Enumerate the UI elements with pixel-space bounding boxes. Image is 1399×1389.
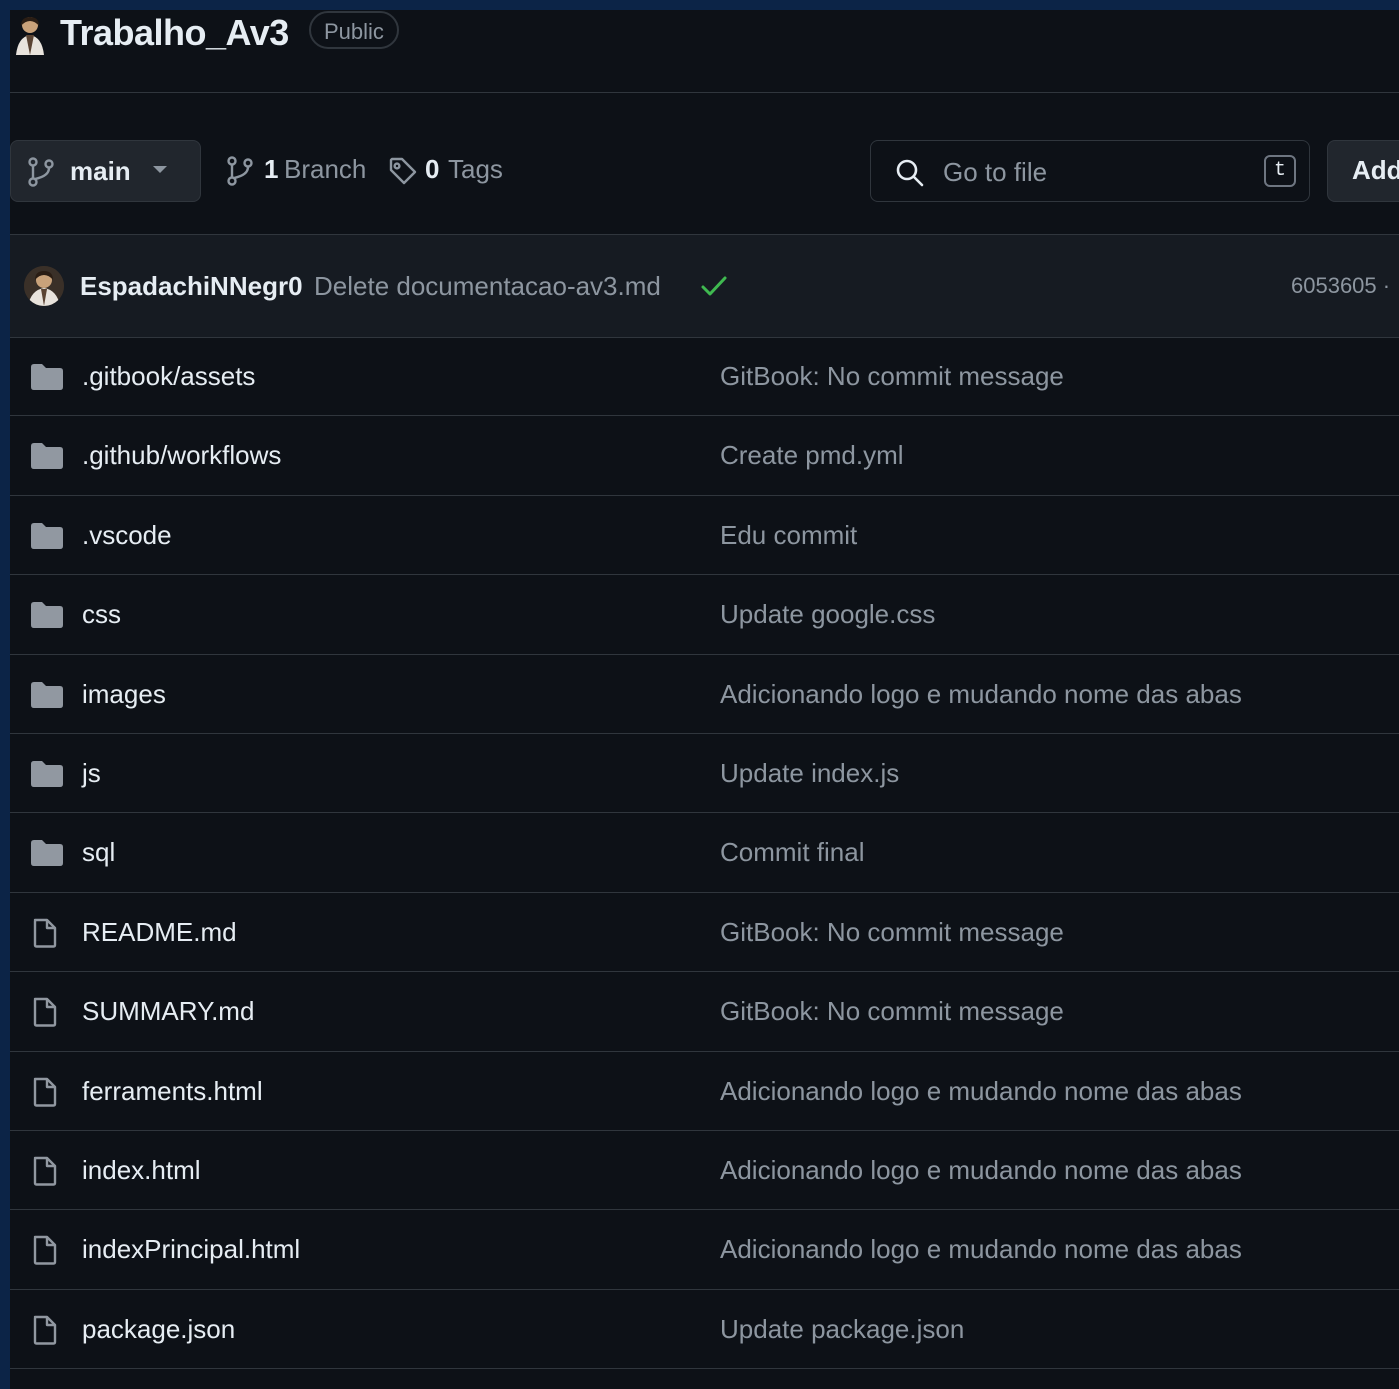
tag-icon xyxy=(388,156,418,193)
file-name-link[interactable]: css xyxy=(82,599,121,630)
folder-icon xyxy=(31,602,63,633)
file-row[interactable]: .github/workflows Create pmd.yml xyxy=(10,416,1399,496)
file-icon xyxy=(31,1156,59,1191)
latest-commit-bar: EspadachiNNegr0 Delete documentacao-av3.… xyxy=(10,235,1399,338)
branch-count: 1 xyxy=(264,154,279,184)
file-name-link[interactable]: js xyxy=(82,758,101,789)
folder-icon xyxy=(31,760,63,792)
visibility-badge: Public xyxy=(309,11,399,49)
repo-header: Trabalho_Av3 Public xyxy=(10,10,1399,93)
file-row[interactable]: indexPrincipal.html Adicionando logo e mu… xyxy=(10,1210,1399,1290)
folder-icon xyxy=(31,443,63,474)
folder-icon xyxy=(31,364,63,395)
file-row[interactable]: .vscode Edu commit xyxy=(10,496,1399,576)
repository-page: Trabalho_Av3 Public main 1 Branch 0 Tags… xyxy=(10,10,1399,1389)
file-commit-message-link[interactable]: Adicionando logo e mudando nome das abas xyxy=(720,1234,1242,1265)
go-to-file-input[interactable] xyxy=(941,153,1245,191)
add-file-button[interactable]: Add file xyxy=(1327,140,1399,202)
file-name-link[interactable]: index.html xyxy=(82,1155,201,1186)
chevron-down-icon xyxy=(153,166,167,173)
file-name-link[interactable]: sql xyxy=(82,837,115,868)
tag-count: 0 xyxy=(425,154,440,184)
commit-hash-link[interactable]: 6053605 · xyxy=(1291,273,1390,299)
folder-icon xyxy=(31,522,63,554)
branch-select-button[interactable]: main xyxy=(10,140,201,202)
window-frame-left xyxy=(0,0,10,1389)
folder-icon xyxy=(31,681,63,713)
file-icon xyxy=(31,1315,59,1350)
owner-avatar-icon[interactable] xyxy=(10,13,46,55)
repo-toolbar: main 1 Branch 0 Tags Go to file t Add xyxy=(10,92,1399,235)
file-commit-message-link[interactable]: Update package.json xyxy=(720,1314,964,1345)
file-name-link[interactable]: .gitbook/assets xyxy=(82,361,255,392)
file-commit-message-link[interactable]: Edu commit xyxy=(720,520,857,551)
git-branch-icon xyxy=(226,156,254,193)
file-name-link[interactable]: indexPrincipal.html xyxy=(82,1234,300,1265)
git-branch-icon xyxy=(27,157,55,192)
file-row[interactable]: .gitbook/assets GitBook: No commit messag… xyxy=(10,337,1399,417)
current-branch-label: main xyxy=(70,156,131,186)
file-row[interactable]: package.json Update package.json xyxy=(10,1290,1399,1370)
file-commit-message-link[interactable]: Adicionando logo e mudando nome das abas xyxy=(720,1155,1242,1186)
check-icon[interactable] xyxy=(700,273,728,304)
file-icon xyxy=(31,1077,59,1112)
file-row[interactable]: SUMMARY.md GitBook: No commit message xyxy=(10,972,1399,1052)
file-commit-message-link[interactable]: Adicionando logo e mudando nome das abas xyxy=(720,679,1242,710)
file-row[interactable]: ferraments.html Adicionando logo e mudand… xyxy=(10,1052,1399,1131)
file-row[interactable]: images Adicionando logo e mudando nome da… xyxy=(10,655,1399,734)
file-commit-message-link[interactable]: GitBook: No commit message xyxy=(720,996,1064,1027)
branch-label: Branch xyxy=(284,154,367,184)
file-name-link[interactable]: ferraments.html xyxy=(82,1076,263,1107)
file-list: .gitbook/assets GitBook: No commit messag… xyxy=(10,337,1399,1370)
commit-message-link[interactable]: Delete documentacao-av3.md xyxy=(314,271,661,302)
file-name-link[interactable]: .vscode xyxy=(82,520,172,551)
folder-icon xyxy=(31,840,63,871)
tag-label: Tags xyxy=(448,154,503,184)
file-commit-message-link[interactable]: Update google.css xyxy=(720,599,935,630)
file-row[interactable]: css Update google.css xyxy=(10,575,1399,655)
file-commit-message-link[interactable]: Create pmd.yml xyxy=(720,440,904,471)
author-avatar-icon[interactable] xyxy=(24,266,64,306)
window-frame-top xyxy=(0,0,1399,10)
file-row[interactable]: index.html Adicionando logo e mudando nom… xyxy=(10,1131,1399,1211)
file-icon xyxy=(31,1235,59,1270)
commit-author-link[interactable]: EspadachiNNegr0 xyxy=(80,271,303,302)
file-icon xyxy=(31,997,59,1032)
file-row[interactable]: sql Commit final xyxy=(10,813,1399,893)
file-name-link[interactable]: README.md xyxy=(82,917,237,948)
file-name-link[interactable]: images xyxy=(82,679,166,710)
go-to-file-search[interactable]: t xyxy=(870,140,1310,202)
file-icon xyxy=(31,918,59,953)
file-commit-message-link[interactable]: Commit final xyxy=(720,837,864,868)
keyboard-shortcut-hint: t xyxy=(1264,155,1296,187)
file-name-link[interactable]: SUMMARY.md xyxy=(82,996,254,1027)
file-commit-message-link[interactable]: Adicionando logo e mudando nome das abas xyxy=(720,1076,1242,1107)
file-row[interactable]: README.md GitBook: No commit message xyxy=(10,893,1399,973)
repo-name-link[interactable]: Trabalho_Av3 xyxy=(60,12,289,54)
file-row[interactable]: js Update index.js xyxy=(10,734,1399,814)
file-name-link[interactable]: package.json xyxy=(82,1314,235,1345)
search-icon xyxy=(895,158,925,193)
file-commit-message-link[interactable]: GitBook: No commit message xyxy=(720,361,1064,392)
file-commit-message-link[interactable]: GitBook: No commit message xyxy=(720,917,1064,948)
file-name-link[interactable]: .github/workflows xyxy=(82,440,281,471)
file-commit-message-link[interactable]: Update index.js xyxy=(720,758,899,789)
